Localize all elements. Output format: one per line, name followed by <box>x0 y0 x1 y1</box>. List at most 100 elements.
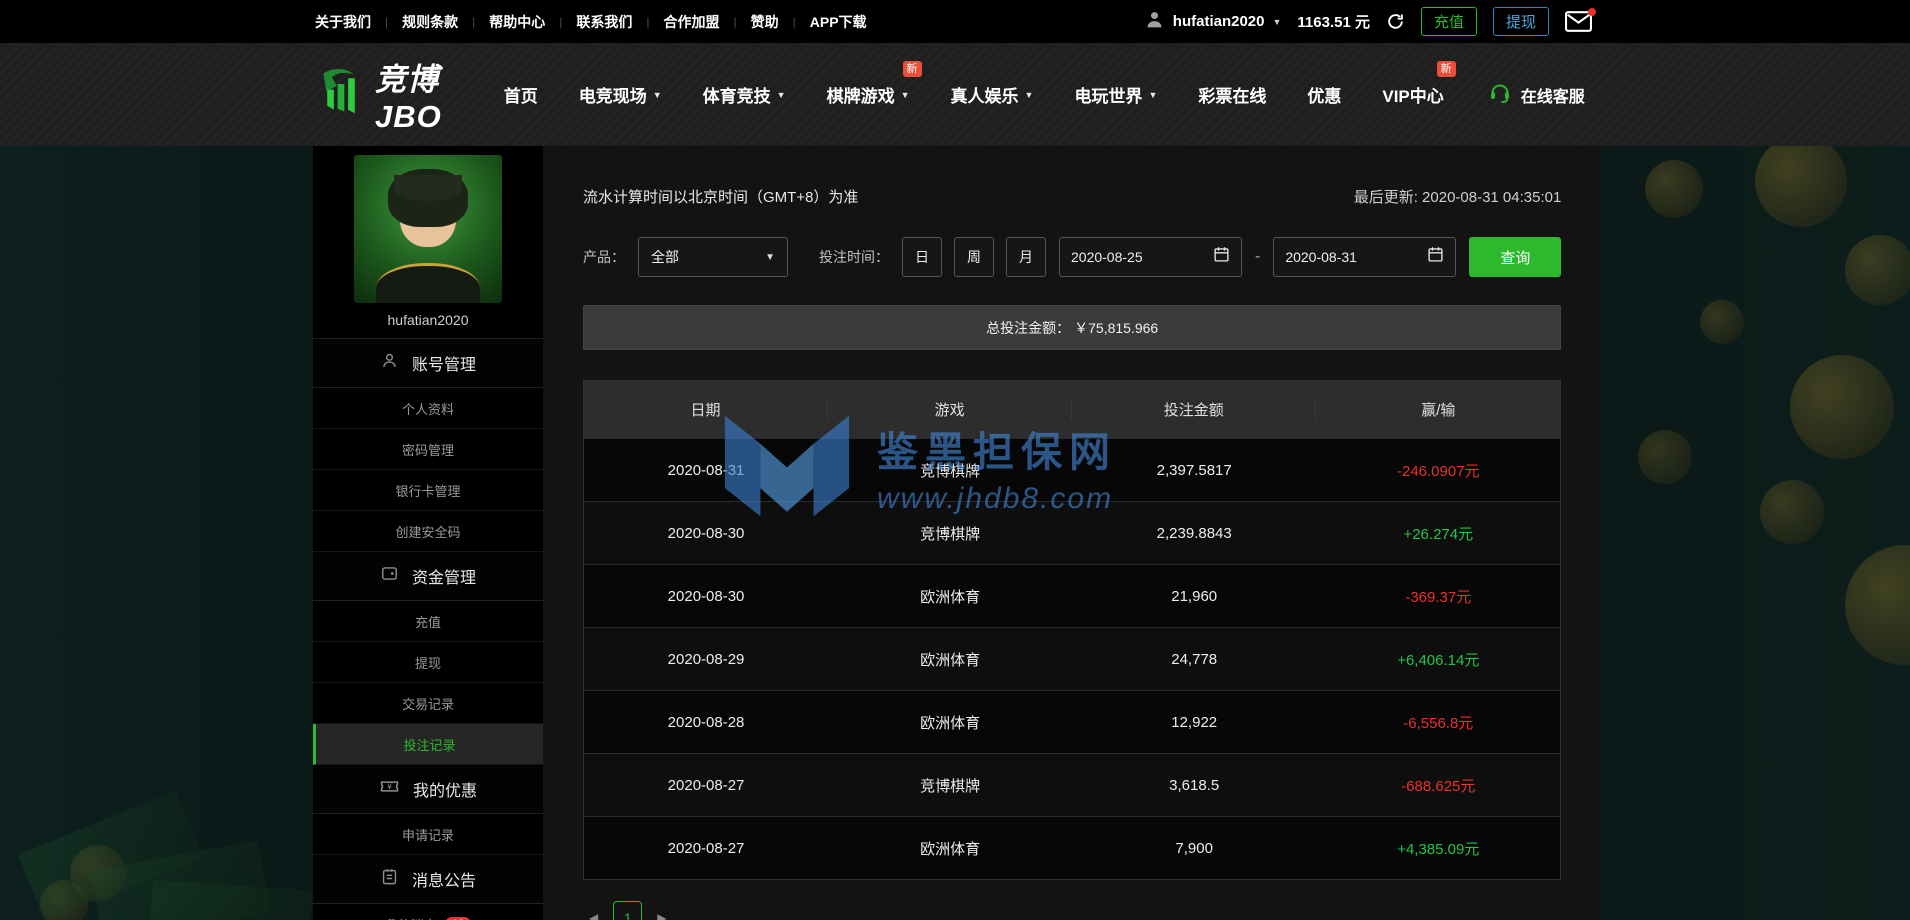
cell-date: 2020-08-29 <box>584 651 828 668</box>
cell-game: 欧洲体育 <box>828 649 1072 670</box>
prev-page-icon[interactable]: ◀ <box>589 911 598 920</box>
decor-money <box>18 791 203 920</box>
nav-item[interactable]: 真人娱乐▼ <box>951 82 1034 107</box>
topbar-username: hufatian2020 <box>1173 13 1265 30</box>
filter-row: 产品： 全部 ▼ 投注时间： 日周月 2020-08-25 - 2020-08-… <box>583 237 1561 277</box>
cell-date: 2020-08-30 <box>584 525 828 542</box>
cell-date: 2020-08-30 <box>584 588 828 605</box>
separator: | <box>559 15 562 29</box>
topbar: 关于我们|规则条款|帮助中心|联系我们|合作加盟|赞助|APP下载 hufati… <box>0 0 1910 43</box>
separator: | <box>793 15 796 29</box>
sidebar-section-label: 账号管理 <box>412 351 476 375</box>
topbar-link[interactable]: 赞助 <box>751 12 779 32</box>
avatar-fringe <box>394 175 462 201</box>
user-icon <box>1144 9 1165 34</box>
topbar-link[interactable]: 帮助中心 <box>489 12 545 32</box>
sidebar-username: hufatian2020 <box>313 303 543 338</box>
nav-item[interactable]: 首页 <box>504 82 538 107</box>
sidebar-item[interactable]: 投注记录 <box>313 724 543 765</box>
decor-money <box>148 879 312 920</box>
topbar-link[interactable]: APP下载 <box>810 12 867 32</box>
logo[interactable]: 竞博JBO <box>312 54 442 135</box>
chevron-down-icon: ▼ <box>777 90 786 100</box>
range-button[interactable]: 月 <box>1006 237 1046 277</box>
bet-table: 日期游戏投注金额赢/输 2020-08-31竞博棋牌2,397.5817-246… <box>583 380 1561 880</box>
deposit-button[interactable]: 充值 <box>1421 7 1477 36</box>
sidebar-item-label: 充值 <box>415 612 441 631</box>
nav-item[interactable]: 电玩世界 ▼ <box>1074 82 1157 107</box>
chevron-down-icon: ▼ <box>765 252 775 263</box>
sidebar-item[interactable]: 提现 <box>313 642 543 683</box>
nav-item[interactable]: 彩票在线 <box>1198 82 1266 107</box>
sidebar-section-header[interactable]: ¥我的优惠 <box>313 765 543 814</box>
nav-item-label: 棋牌游戏 <box>827 82 895 107</box>
decor-coin <box>70 845 126 901</box>
product-label: 产品： <box>583 247 625 267</box>
user-menu[interactable]: hufatian2020 ▼ <box>1144 9 1282 34</box>
notice-text: 流水计算时间以北京时间（GMT+8）为准 <box>583 186 858 207</box>
sidebar-item[interactable]: 充值 <box>313 601 543 642</box>
product-select[interactable]: 全部 ▼ <box>638 237 788 277</box>
nav-item[interactable]: 体育竞技 ▼ <box>703 82 786 107</box>
topbar-link[interactable]: 联系我们 <box>576 12 632 32</box>
sidebar-item-label: 我的消息 <box>385 915 437 920</box>
sidebar-item[interactable]: 银行卡管理 <box>313 470 543 511</box>
logo-text: 竞博JBO <box>375 54 442 135</box>
cell-date: 2020-08-28 <box>584 714 828 731</box>
sidebar-item[interactable]: 个人资料 <box>313 388 543 429</box>
sidebar-item-label: 投注记录 <box>403 735 455 754</box>
date-range-dash: - <box>1255 248 1260 266</box>
range-button[interactable]: 周 <box>954 237 994 277</box>
sidebar-item[interactable]: 创建安全码 <box>313 511 543 552</box>
topbar-link[interactable]: 合作加盟 <box>664 12 720 32</box>
cell-amount: 2,239.8843 <box>1072 525 1316 542</box>
cell-result: -688.625元 <box>1316 775 1560 796</box>
topbar-link[interactable]: 规则条款 <box>402 12 458 32</box>
sidebar-item[interactable]: 我的消息19 <box>313 904 543 920</box>
table-row: 2020-08-30欧洲体育21,960-369.37元 <box>584 564 1560 627</box>
withdraw-button[interactable]: 提现 <box>1493 7 1549 36</box>
chevron-down-icon: ▼ <box>653 90 662 100</box>
nav-item-label: 电玩世界 <box>1074 82 1142 107</box>
table-row: 2020-08-29欧洲体育24,778+6,406.14元 <box>584 627 1560 690</box>
sidebar-section-header[interactable]: 资金管理 <box>313 552 543 601</box>
cell-amount: 12,922 <box>1072 714 1316 731</box>
cell-date: 2020-08-27 <box>584 777 828 794</box>
chevron-down-icon: ▼ <box>901 90 910 100</box>
search-button[interactable]: 查询 <box>1469 237 1561 277</box>
sidebar-item[interactable]: 申请记录 <box>313 814 543 855</box>
bet-time-label: 投注时间： <box>819 247 889 267</box>
date-from-value: 2020-08-25 <box>1071 249 1143 265</box>
nav-item[interactable]: 电竞现场▼ <box>579 82 662 107</box>
cell-game: 竞博棋牌 <box>828 523 1072 544</box>
nav-item-label: 体育竞技 <box>703 82 771 107</box>
support-link[interactable]: 在线客服 <box>1488 80 1585 109</box>
last-update-text: 最后更新: 2020-08-31 04:35:01 <box>1354 186 1562 207</box>
nav-item-label: 优惠 <box>1307 82 1341 107</box>
next-page-icon[interactable]: ▶ <box>657 911 666 920</box>
cell-result: -246.0907元 <box>1316 460 1560 481</box>
topbar-link[interactable]: 关于我们 <box>315 12 371 32</box>
range-button[interactable]: 日 <box>902 237 942 277</box>
date-to-input[interactable]: 2020-08-31 <box>1273 237 1456 277</box>
sidebar: hufatian2020 账号管理个人资料密码管理银行卡管理创建安全码资金管理充… <box>313 146 543 920</box>
refresh-icon[interactable] <box>1386 12 1405 31</box>
nav-item[interactable]: VIP中心新 <box>1382 82 1443 107</box>
avatar <box>354 155 502 303</box>
nav-item[interactable]: 棋牌游戏▼新 <box>827 82 910 107</box>
cell-game: 欧洲体育 <box>828 586 1072 607</box>
page-number-current[interactable]: 1 <box>613 901 642 920</box>
chevron-down-icon: ▼ <box>1148 90 1157 100</box>
sidebar-section-header[interactable]: 消息公告 <box>313 855 543 904</box>
mail-icon[interactable] <box>1565 11 1592 32</box>
calendar-icon <box>1213 246 1230 268</box>
svg-text:¥: ¥ <box>387 783 392 792</box>
nav-item[interactable]: 优惠 <box>1307 82 1341 107</box>
notice-row: 流水计算时间以北京时间（GMT+8）为准 最后更新: 2020-08-31 04… <box>583 186 1561 207</box>
logo-icon <box>312 64 369 126</box>
sidebar-item[interactable]: 交易记录 <box>313 683 543 724</box>
date-from-input[interactable]: 2020-08-25 <box>1059 237 1242 277</box>
quick-ranges: 日周月 <box>902 237 1046 277</box>
sidebar-section-header[interactable]: 账号管理 <box>313 339 543 388</box>
sidebar-item[interactable]: 密码管理 <box>313 429 543 470</box>
